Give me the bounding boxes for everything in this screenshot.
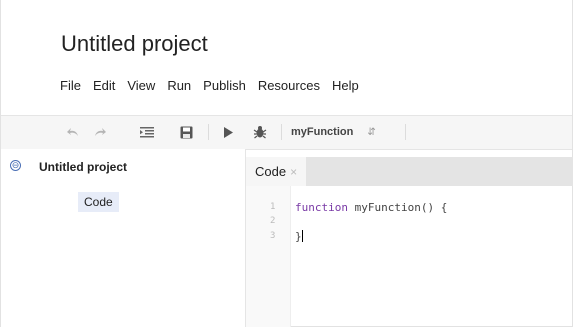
select-arrows-icon: ⇵ (367, 126, 376, 138)
menu-run[interactable]: Run (167, 78, 191, 96)
run-icon[interactable] (221, 122, 235, 142)
toolbar-divider (281, 124, 282, 140)
redo-icon[interactable] (92, 122, 108, 142)
tab-bar: Code × (246, 157, 573, 186)
function-select-value: myFunction (291, 126, 354, 138)
undo-icon[interactable] (65, 122, 81, 142)
menu-edit[interactable]: Edit (93, 78, 115, 96)
tab-code[interactable]: Code × (246, 157, 306, 186)
menu-help[interactable]: Help (332, 78, 359, 96)
line-number-gutter: 1 2 3 (246, 186, 291, 327)
project-sidebar: ⊖ Untitled project (1, 149, 245, 327)
project-title[interactable]: Untitled project (61, 31, 208, 57)
code-keyword: function (295, 201, 348, 214)
menu-view[interactable]: View (127, 78, 155, 96)
collapse-toggle-icon[interactable]: ⊖ (10, 160, 21, 171)
tab-label: Code (255, 164, 287, 179)
menu-file[interactable]: File (60, 78, 81, 96)
line-number: 2 (270, 216, 276, 226)
toolbar-divider (208, 124, 209, 140)
code-line[interactable]: } (295, 230, 303, 243)
toolbar-divider (405, 124, 406, 140)
code-closing: } (295, 230, 302, 243)
line-number: 1 (270, 202, 276, 212)
editor-panel: Code × 1 2 3 function myFunction() { } (245, 149, 573, 327)
save-icon[interactable] (178, 122, 194, 142)
close-icon[interactable]: × (290, 165, 297, 179)
text-cursor (301, 230, 303, 242)
code-line[interactable]: function myFunction() { (295, 201, 447, 214)
tree-root-label[interactable]: Untitled project (39, 160, 127, 174)
menu-publish[interactable]: Publish (203, 78, 246, 96)
toolbar: myFunction ⇵ (1, 115, 572, 150)
code-signature: myFunction() { (347, 201, 448, 214)
menu-bar: File Edit View Run Publish Resources Hel… (60, 78, 371, 96)
indent-icon[interactable] (139, 122, 155, 142)
function-select[interactable]: myFunction ⇵ (291, 122, 376, 142)
debug-icon[interactable] (252, 122, 268, 142)
line-number: 3 (270, 231, 276, 241)
file-item-code[interactable]: Code (78, 192, 119, 212)
menu-resources[interactable]: Resources (258, 78, 320, 96)
